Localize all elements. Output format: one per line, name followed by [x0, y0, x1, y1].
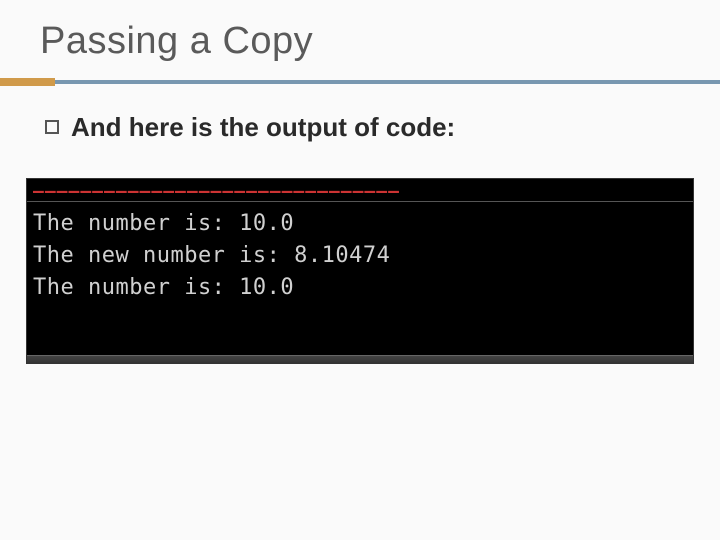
title-rule [0, 75, 720, 87]
bullet-item: And here is the output of code: [0, 112, 720, 143]
bullet-marker [45, 120, 59, 134]
terminal-line: The number is: 10.0 [33, 208, 687, 240]
bullet-text: And here is the output of code: [71, 112, 455, 143]
rule-line [0, 80, 720, 84]
slide: Passing a Copy And here is the output of… [0, 0, 720, 540]
rule-accent [0, 78, 55, 86]
terminal-line: The number is: 10.0 [33, 272, 687, 304]
page-title: Passing a Copy [0, 20, 720, 75]
terminal-header-fragment: ——————————————————————————————— [27, 179, 693, 201]
terminal-body: The number is: 10.0 The new number is: 8… [27, 202, 693, 322]
terminal-window: ——————————————————————————————— The numb… [26, 178, 694, 364]
terminal-line: The new number is: 8.10474 [33, 240, 687, 272]
terminal-bottom-bar [27, 355, 693, 363]
